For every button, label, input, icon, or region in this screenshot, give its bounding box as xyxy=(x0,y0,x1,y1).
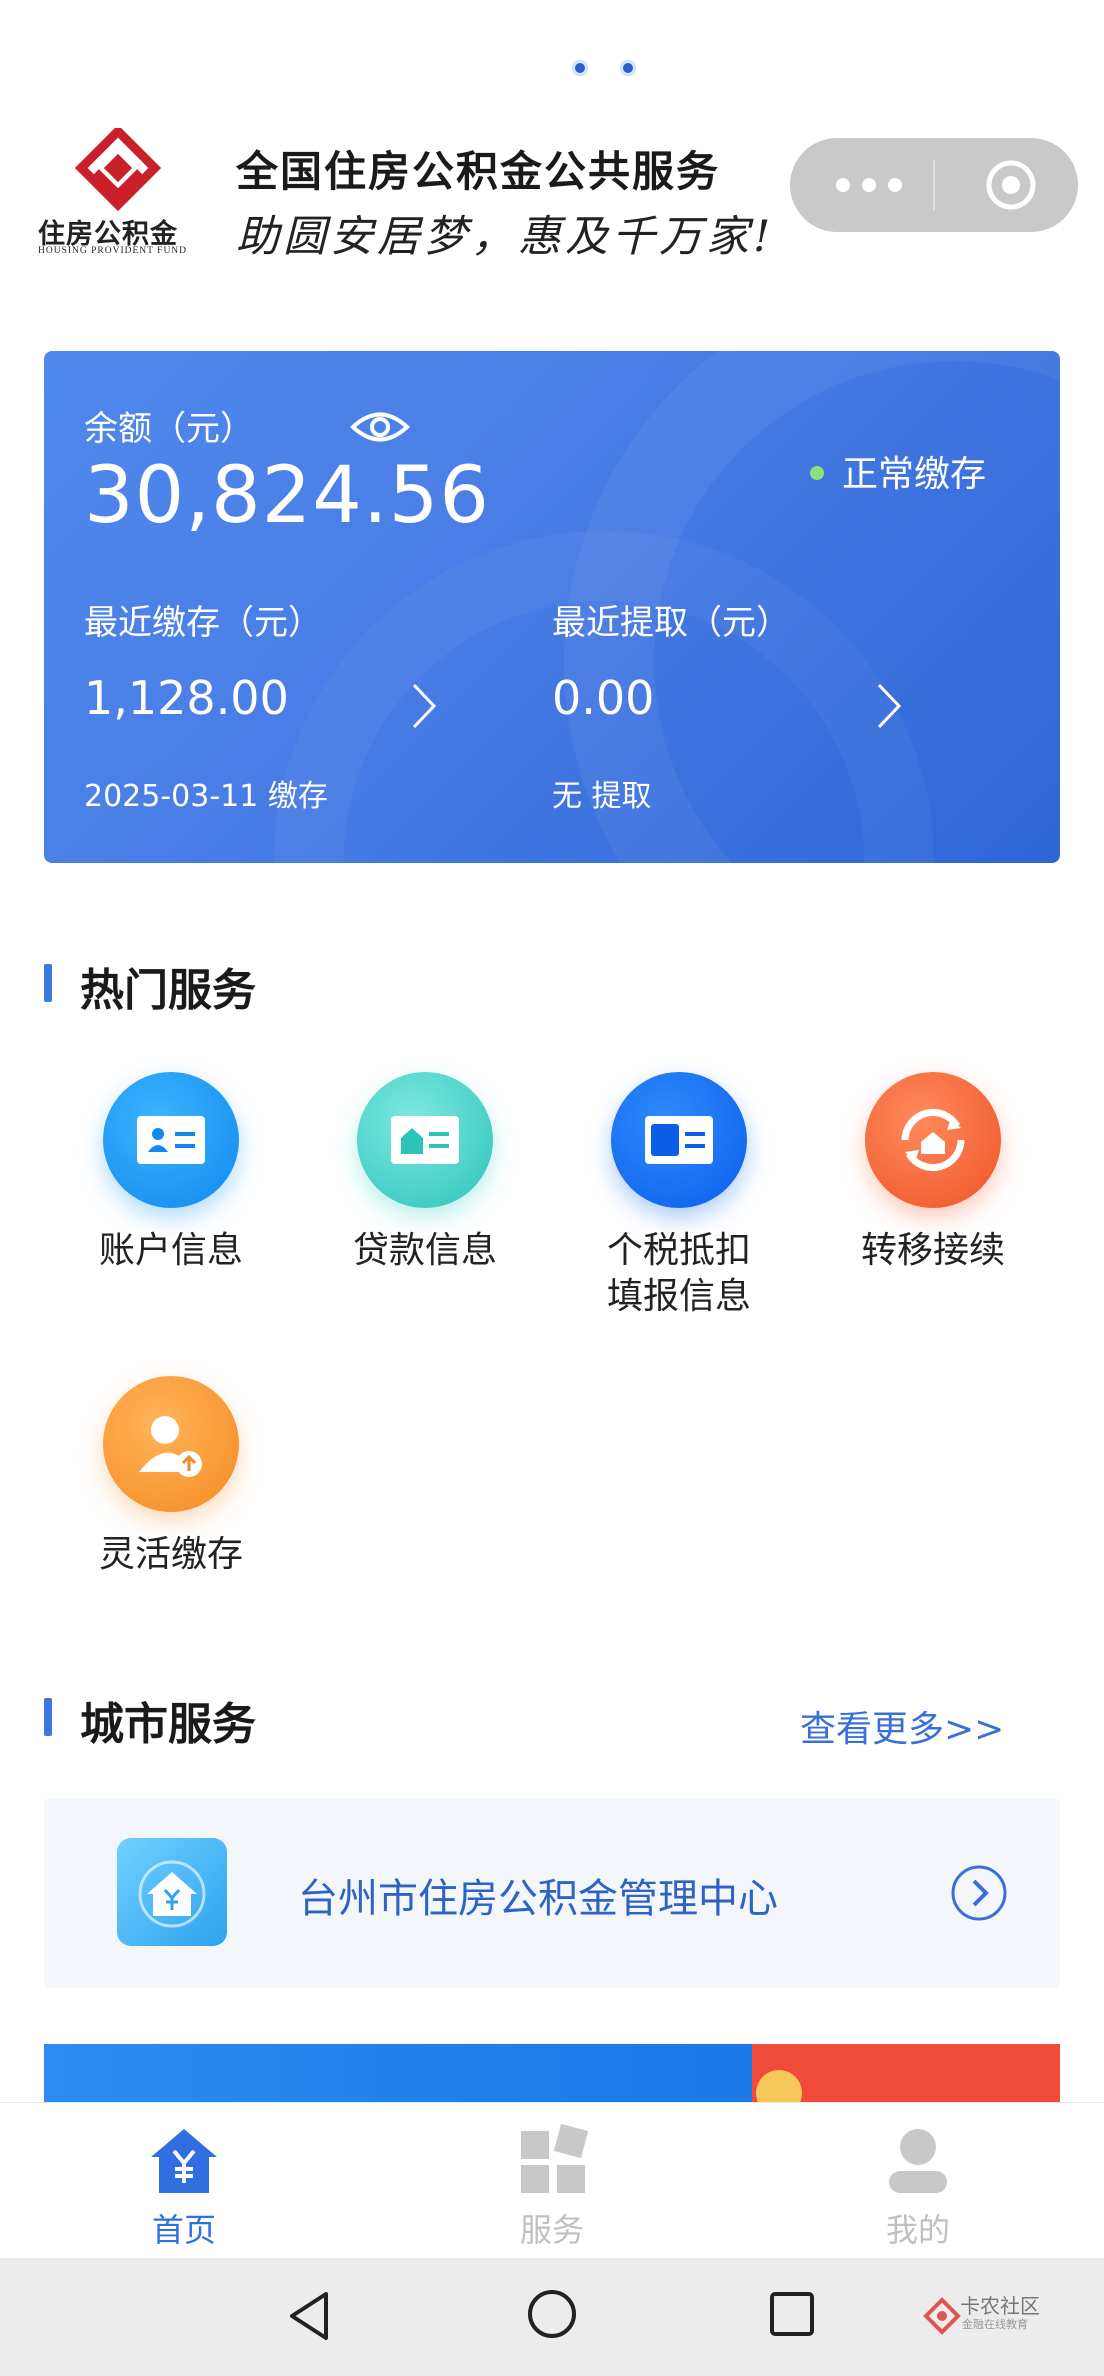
watermark-logo: 卡农社区 金融在线教育 xyxy=(922,2288,1042,2348)
tab-label: 我的 xyxy=(885,2211,950,2249)
home-circle-icon[interactable] xyxy=(526,2288,578,2340)
service-label: 转移接续 xyxy=(860,1230,1005,1271)
service-label: 个税抵扣 填报信息 xyxy=(606,1230,751,1317)
hot-services-title: 热门服务 xyxy=(80,965,256,1016)
miniprogram-capsule xyxy=(790,138,1078,232)
section-marker xyxy=(44,964,52,1002)
recent-withdraw-value[interactable]: 0.00 xyxy=(552,671,654,725)
account-status: 正常缴存 xyxy=(810,445,986,497)
view-more-link[interactable]: 查看更多>> xyxy=(800,1700,1004,1752)
section-marker xyxy=(44,1698,52,1736)
recent-deposit-label: 最近缴存（元） xyxy=(84,603,322,643)
app-title: 全国住房公积金公共服务 xyxy=(236,147,721,196)
close-miniprogram-button[interactable] xyxy=(985,159,1037,211)
service-flexible-deposit[interactable]: 灵活缴存 xyxy=(44,1376,298,1578)
more-menu-button[interactable] xyxy=(830,160,930,210)
transfer-house-icon xyxy=(865,1072,1001,1208)
house-yuan-icon xyxy=(117,1838,227,1946)
recent-withdraw-label: 最近提取（元） xyxy=(552,603,790,643)
services-grid-icon xyxy=(515,2123,589,2197)
watermark-title: 卡农社区 xyxy=(960,2294,1040,2318)
tab-profile[interactable]: 我的 xyxy=(818,2123,1018,2251)
balance-label: 余额（元） xyxy=(84,409,254,449)
target-icon xyxy=(986,160,1036,210)
bottom-tab-bar: 首页 服务 我的 xyxy=(0,2102,1104,2259)
tax-card-icon xyxy=(611,1072,747,1208)
balance-value: 30,824.56 xyxy=(84,451,490,541)
logo-english-text: HOUSING PROVIDENT FUND xyxy=(38,246,188,256)
recent-deposit-value[interactable]: 1,128.00 xyxy=(84,671,289,725)
tab-services[interactable]: 服务 xyxy=(452,2123,652,2251)
id-card-icon xyxy=(103,1072,239,1208)
service-label: 账户信息 xyxy=(98,1230,243,1271)
city-services-title: 城市服务 xyxy=(80,1699,256,1750)
service-account-info[interactable]: 账户信息 xyxy=(44,1072,298,1274)
promo-banner[interactable] xyxy=(44,2044,1060,2104)
status-dot-icon xyxy=(810,466,824,480)
recent-deposit-date: 2025-03-11 缴存 xyxy=(84,779,328,814)
loan-card-icon xyxy=(357,1072,493,1208)
tab-home[interactable]: 首页 xyxy=(84,2123,284,2251)
provident-fund-logo: 住房公积金 HOUSING PROVIDENT FUND xyxy=(38,124,198,258)
flexible-user-icon xyxy=(103,1376,239,1512)
watermark-subtitle: 金融在线教育 xyxy=(962,2318,1028,2331)
chevron-right-icon[interactable] xyxy=(409,681,439,731)
recent-withdraw-note: 无 提取 xyxy=(552,779,652,814)
service-loan-info[interactable]: 贷款信息 xyxy=(298,1072,552,1274)
service-label: 贷款信息 xyxy=(352,1230,497,1271)
city-center-name: 台州市住房公积金管理中心 xyxy=(298,1876,778,1922)
status-text: 正常缴存 xyxy=(842,454,987,495)
eye-icon[interactable] xyxy=(349,406,411,448)
city-center-card[interactable]: 台州市住房公积金管理中心 xyxy=(44,1798,1060,1988)
service-tax-deduction[interactable]: 个税抵扣 填报信息 xyxy=(552,1072,806,1320)
capsule-divider xyxy=(933,160,935,210)
back-icon[interactable] xyxy=(284,2288,334,2344)
tab-label: 服务 xyxy=(519,2211,584,2249)
home-yuan-icon xyxy=(147,2123,221,2197)
status-indicator-dot xyxy=(620,60,636,76)
tab-label: 首页 xyxy=(151,2211,216,2249)
status-indicator-dot xyxy=(572,60,588,76)
service-label: 灵活缴存 xyxy=(98,1534,243,1575)
profile-icon xyxy=(881,2123,955,2197)
recents-square-icon[interactable] xyxy=(768,2290,816,2338)
chevron-right-icon[interactable] xyxy=(874,681,904,731)
service-transfer[interactable]: 转移接续 xyxy=(806,1072,1060,1274)
chevron-right-circle-icon[interactable] xyxy=(950,1864,1008,1922)
balance-card: 余额（元） 30,824.56 正常缴存 最近缴存（元） 1,128.00 20… xyxy=(44,351,1060,863)
app-slogan: 助圆安居梦，惠及千万家! xyxy=(236,212,775,262)
